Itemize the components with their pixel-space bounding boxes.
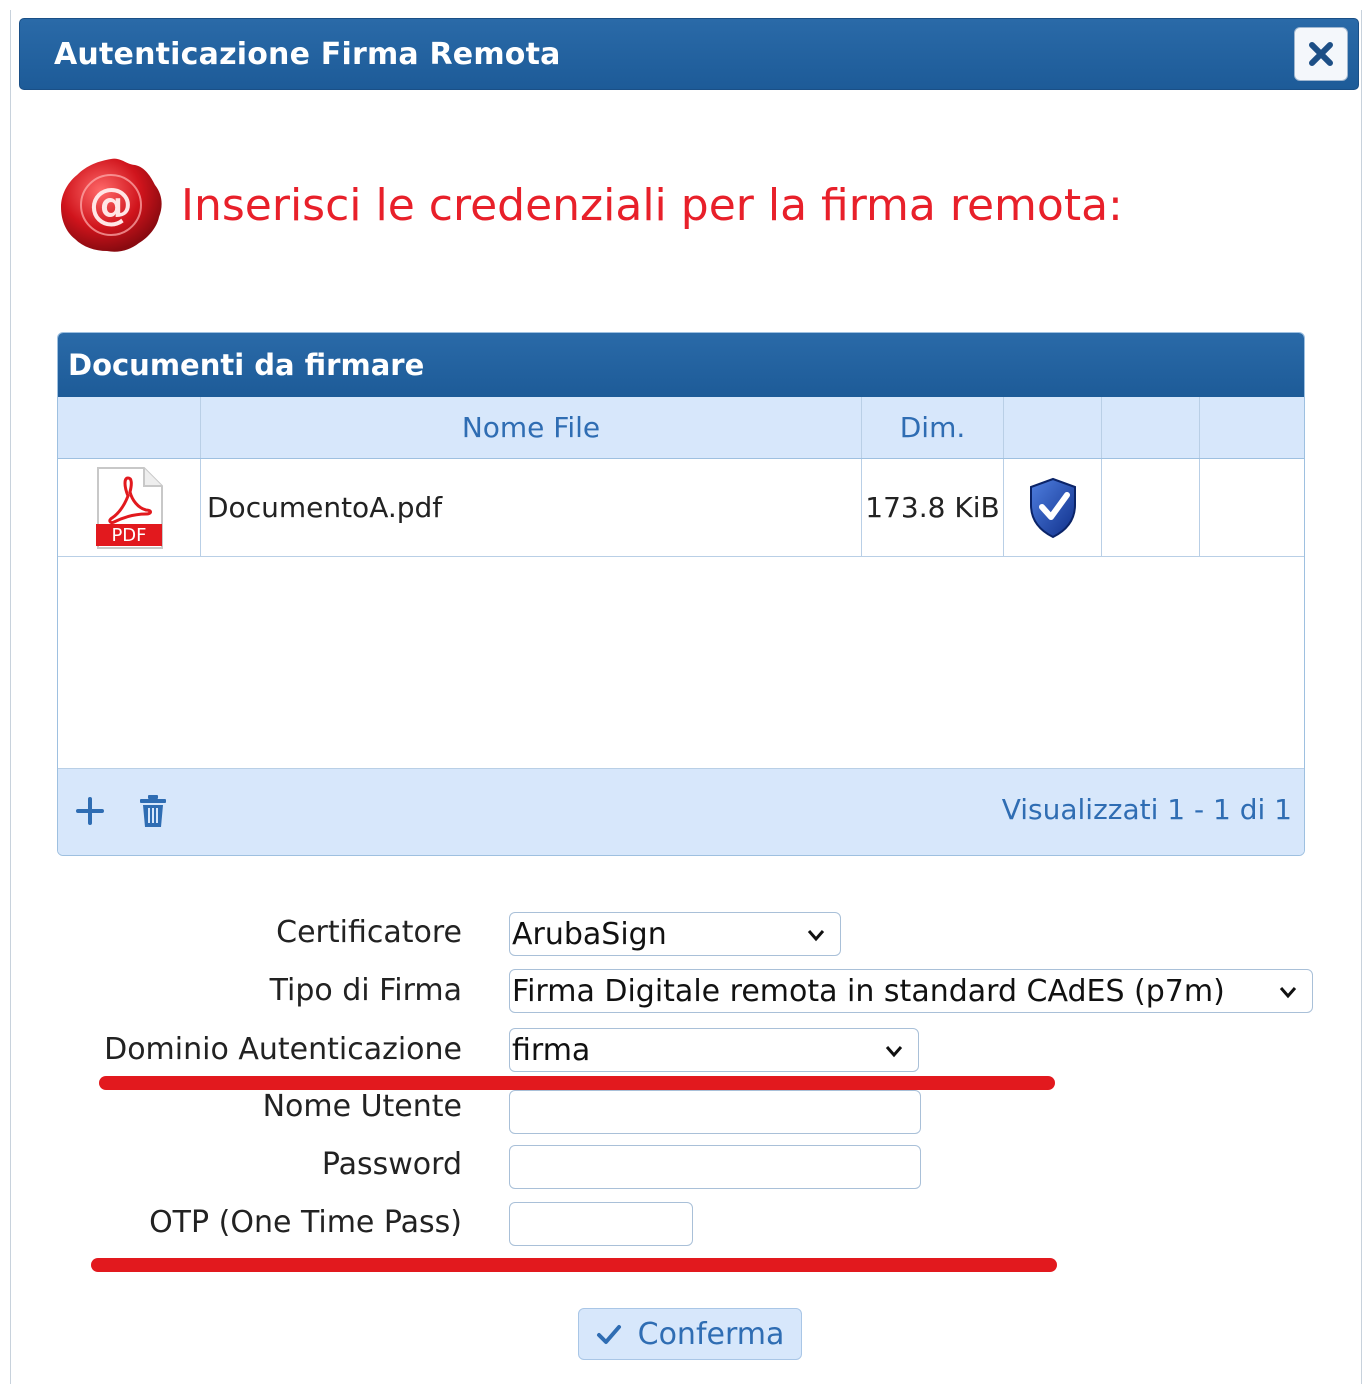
chevron-down-icon (1279, 987, 1297, 999)
seal-at-icon: @ (61, 158, 162, 252)
column-header-extra-2 (1200, 397, 1304, 458)
close-icon (1309, 42, 1333, 66)
highlight-underline-2 (91, 1258, 1057, 1272)
column-header-icon (58, 397, 201, 458)
confirm-button[interactable]: Conferma (578, 1308, 802, 1360)
grid-empty-area (58, 557, 1304, 767)
row-extra-cell-2 (1200, 459, 1304, 556)
confirm-label: Conferma (637, 1316, 785, 1352)
column-header-status (1004, 397, 1102, 458)
column-header-filename[interactable]: Nome File (201, 397, 862, 458)
row-size: 173.8 KiB (862, 459, 1004, 556)
grid-title: Documenti da firmare (58, 333, 1304, 397)
table-row[interactable]: PDF DocumentoA.pdf 173.8 KiB (58, 459, 1304, 557)
nome-utente-label: Nome Utente (262, 1089, 462, 1124)
pager-status: Visualizzati 1 - 1 di 1 (1001, 793, 1292, 826)
instruction-heading: @ Inserisci le credenziali per la firma … (55, 155, 1123, 255)
chevron-down-icon (885, 1046, 903, 1058)
dominio-label: Dominio Autenticazione (104, 1032, 462, 1067)
dialog-title: Autenticazione Firma Remota (54, 37, 561, 72)
grid-header: Nome File Dim. (58, 397, 1304, 459)
column-header-size[interactable]: Dim. (862, 397, 1004, 458)
grid-footer: Visualizzati 1 - 1 di 1 (58, 768, 1304, 855)
tipo-firma-select[interactable]: Firma Digitale remota in standard CAdES … (509, 969, 1313, 1013)
certificatore-value: ArubaSign (512, 916, 667, 952)
documents-grid: Documenti da firmare Nome File Dim. PDF … (57, 332, 1305, 856)
tipo-firma-value: Firma Digitale remota in standard CAdES … (512, 973, 1225, 1009)
row-filename: DocumentoA.pdf (201, 459, 862, 556)
check-icon (596, 1325, 621, 1344)
certificatore-select[interactable]: ArubaSign (509, 912, 841, 956)
row-file-icon-cell: PDF (58, 459, 201, 556)
nome-utente-input[interactable] (509, 1090, 921, 1134)
close-button[interactable] (1294, 27, 1348, 81)
password-label: Password (321, 1147, 462, 1182)
dominio-select[interactable]: firma (509, 1028, 919, 1072)
column-header-extra-1 (1102, 397, 1200, 458)
row-extra-cell-1 (1102, 459, 1200, 556)
password-input[interactable] (509, 1145, 921, 1189)
verified-shield-icon[interactable] (1027, 477, 1079, 539)
chevron-down-icon (807, 930, 825, 942)
dominio-value: firma (512, 1032, 591, 1068)
pdf-icon: PDF (96, 466, 163, 549)
otp-label: OTP (One Time Pass) (149, 1205, 462, 1240)
highlight-underline-1 (99, 1076, 1055, 1090)
dialog-titlebar: Autenticazione Firma Remota (19, 18, 1359, 90)
svg-text:@: @ (89, 179, 133, 230)
add-icon[interactable] (74, 793, 106, 829)
row-status-cell (1004, 459, 1102, 556)
trash-icon[interactable] (138, 793, 168, 829)
svg-text:PDF: PDF (111, 525, 146, 546)
tipo-firma-label: Tipo di Firma (269, 973, 462, 1008)
otp-input[interactable] (509, 1202, 693, 1246)
remote-signature-dialog: Autenticazione Firma Remota @ Inserisci … (10, 10, 1362, 1384)
certificatore-label: Certificatore (276, 915, 462, 950)
heading-text: Inserisci le credenziali per la firma re… (181, 179, 1123, 231)
